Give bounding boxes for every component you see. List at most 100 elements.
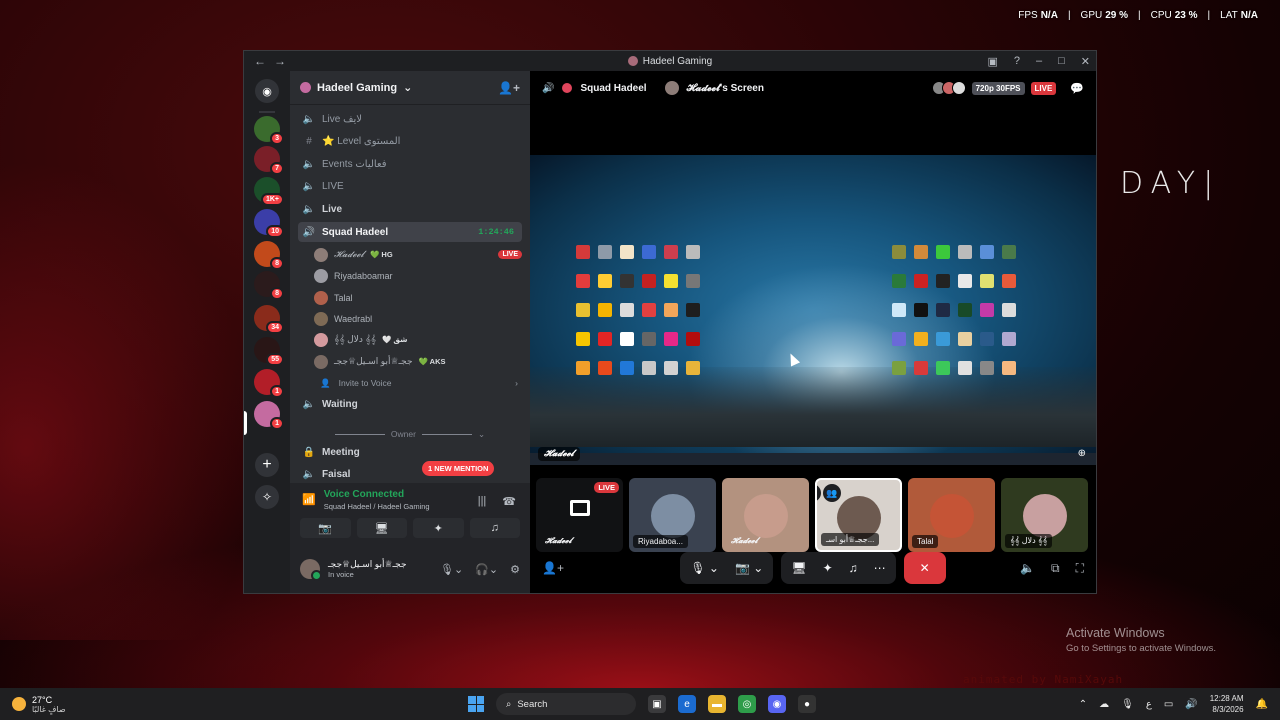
wallpaper-credit: animated by NamiXayah	[963, 673, 1124, 686]
invite-people-icon[interactable]: 👤+	[498, 81, 520, 95]
inbox-icon[interactable]: ▣	[987, 55, 997, 68]
notifications-icon[interactable]: 🔔	[1256, 699, 1268, 710]
volume-icon[interactable]: 🔈	[1020, 561, 1035, 576]
activities-icon[interactable]: ✦	[823, 561, 833, 575]
voice-user[interactable]: 𝓗𝓪𝓭𝓮𝓮𝓵 💚 HG LIVE	[314, 245, 522, 264]
cloud-icon[interactable]: ☁	[1099, 699, 1109, 710]
server-icon[interactable]: 3	[254, 116, 284, 145]
channel-events[interactable]: 🔈 Events فعاليات	[298, 154, 522, 174]
screen-share-view[interactable]: 𝓗𝓪𝓭𝓮𝓮𝓵 ⊕	[530, 155, 1096, 465]
channel-live[interactable]: 🔈 Live	[298, 199, 522, 219]
wallpaper-glow-left	[0, 160, 260, 640]
task-view-icon[interactable]: ▣	[648, 695, 666, 713]
voice-status[interactable]: Voice Connected	[324, 489, 430, 500]
chevron-up-icon[interactable]: ⌃	[1079, 699, 1087, 710]
channel-live-ar[interactable]: 🔈 Live لايف	[298, 109, 522, 129]
more-icon[interactable]: ⋯	[874, 561, 886, 575]
account-panel[interactable]: ججـ♕أبو اسـيل♕ججـ In voice 🎙⌄ 🎧⌄ ⚙	[300, 555, 520, 583]
server-icon[interactable]: 8	[254, 271, 284, 300]
category-owner[interactable]: Owner ⌄	[298, 427, 522, 441]
channel-live-caps[interactable]: 🔈 LIVE	[298, 176, 522, 196]
popout-icon[interactable]: ⧉	[1051, 561, 1060, 576]
chevron-down-icon[interactable]: ⌄	[817, 484, 821, 502]
camera-button[interactable]: 📷	[300, 518, 351, 538]
participant-tile-screen[interactable]: LIVE 𝓗𝓪𝓭𝓮𝓮𝓵	[536, 478, 623, 552]
help-icon[interactable]: ?	[1014, 55, 1020, 67]
clock[interactable]: 12:28 AM 8/3/2026	[1210, 693, 1244, 715]
avatar	[314, 268, 328, 283]
server-icon[interactable]: 1	[254, 369, 284, 398]
server-icon[interactable]: 10	[254, 209, 284, 238]
participant-tile[interactable]: Talal	[908, 478, 995, 552]
microphone-icon[interactable]: 🎙	[1121, 699, 1134, 710]
channel-level[interactable]: # ⭐ Level المستوى	[298, 131, 522, 151]
new-mention-badge[interactable]: 1 NEW MENTION	[422, 461, 495, 476]
server-icon[interactable]: 34	[254, 305, 284, 334]
invite-to-voice[interactable]: 👤 Invite to Voice ›	[320, 374, 518, 392]
invite-people-icon[interactable]: 👤+	[542, 561, 564, 575]
participant-tile[interactable]: 𝄞𝄞 دلال 𝄞𝄞	[1001, 478, 1088, 552]
channel-waiting[interactable]: 🔈 Waiting	[298, 394, 522, 414]
viewer-avatars[interactable]	[931, 81, 966, 95]
microphone-icon[interactable]: 🎙 ⌄	[690, 561, 719, 575]
voice-user[interactable]: 𝄞𝄞 دلال 𝄞𝄞 🤍 شق	[314, 330, 522, 349]
soundboard-button[interactable]: ♫	[469, 518, 520, 538]
user-tag: 🤍 شق	[381, 335, 408, 344]
maximize-button[interactable]: □	[1058, 55, 1065, 67]
chat-bubble-icon[interactable]: 💬	[1070, 82, 1084, 95]
soundboard-icon[interactable]: ♫	[849, 561, 858, 575]
share-screen-icon[interactable]: 🖥	[791, 561, 806, 575]
channel-squad-hadeel[interactable]: 🔊 Squad Hadeel 1:24:46	[298, 222, 522, 242]
weather-widget[interactable]: 27°C صافٍ غالبًا	[12, 695, 66, 714]
file-explorer-icon[interactable]: ▬	[708, 695, 726, 713]
close-button[interactable]: ✕	[1081, 55, 1090, 68]
discord-home-icon[interactable]: ◉	[255, 79, 279, 103]
channel-meeting[interactable]: 🔒 Meeting	[298, 442, 522, 462]
server-icon[interactable]: 1K+	[254, 177, 284, 206]
participant-tile-selected[interactable]: ⌄ 👥 ججـ♕أبو اسـ...	[815, 478, 902, 552]
search-label: Search	[517, 698, 548, 710]
discover-icon[interactable]: ✧	[255, 485, 279, 509]
server-icon[interactable]: 55	[254, 337, 284, 366]
guild-header[interactable]: Hadeel Gaming ⌄ 👤+	[290, 71, 530, 105]
activities-button[interactable]: ✦	[413, 518, 464, 538]
network-icon[interactable]: ▭	[1164, 699, 1173, 710]
language-indicator[interactable]: ع	[1146, 699, 1152, 710]
voice-user[interactable]: Waedrabl	[314, 309, 522, 328]
cave-floor	[530, 367, 1096, 447]
discord-icon[interactable]: ◉	[768, 695, 786, 713]
camera-off-icon[interactable]: 📷 ⌄	[735, 561, 763, 575]
minimize-button[interactable]: –	[1036, 55, 1042, 67]
tile-controls[interactable]: ⌄ 👥	[817, 484, 841, 502]
participant-tile[interactable]: Riyadaboa...	[629, 478, 716, 552]
add-server-icon[interactable]: +	[255, 453, 279, 477]
voice-location[interactable]: Squad Hadeel / Hadeel Gaming	[324, 502, 430, 511]
zoom-icon[interactable]: ⊕	[1078, 448, 1086, 459]
participant-tile[interactable]: 𝓗𝓪𝓭𝓮𝓮𝓵	[722, 478, 809, 552]
stop-stream-button[interactable]: ✕	[903, 552, 946, 584]
share-screen-button[interactable]: 🖥	[356, 518, 407, 538]
server-icon[interactable]: 7	[254, 146, 284, 175]
desktop-icons-right	[892, 245, 1016, 375]
chrome-icon[interactable]: ◎	[738, 695, 756, 713]
voice-user[interactable]: ججـ♕أبو اسـيل♕ججـ 💚 AKS	[314, 352, 522, 371]
microphone-icon[interactable]: 🎙⌄	[440, 563, 463, 576]
taskbar-search[interactable]: ⌕ Search	[496, 693, 636, 715]
noise-suppression-icon[interactable]: |||	[478, 495, 487, 508]
gear-icon[interactable]: ⚙	[510, 563, 520, 576]
server-icon[interactable]: 8	[254, 241, 284, 270]
channel-label: LIVE	[322, 180, 344, 192]
voice-user[interactable]: Talal	[314, 288, 522, 307]
speaker-icon: 🔈	[302, 203, 316, 215]
fullscreen-icon[interactable]: ⛶	[1076, 561, 1084, 576]
group-icon[interactable]: 👥	[823, 484, 841, 502]
call-controls: 👤+ 🎙 ⌄ 📷 ⌄ 🖥 ✦ ♫ ⋯ ✕ 🔈 ⧉ ⛶	[530, 543, 1096, 593]
disconnect-icon[interactable]: ☎	[502, 495, 516, 508]
volume-icon[interactable]: 🔊	[1185, 699, 1197, 710]
edge-icon[interactable]: e	[678, 695, 696, 713]
server-icon-active[interactable]: 1	[254, 401, 284, 430]
obs-icon[interactable]: ●	[798, 695, 816, 713]
headphones-icon[interactable]: 🎧⌄	[475, 563, 498, 576]
voice-user[interactable]: Riyadaboamar	[314, 266, 522, 285]
windows-start-icon[interactable]	[468, 696, 484, 712]
